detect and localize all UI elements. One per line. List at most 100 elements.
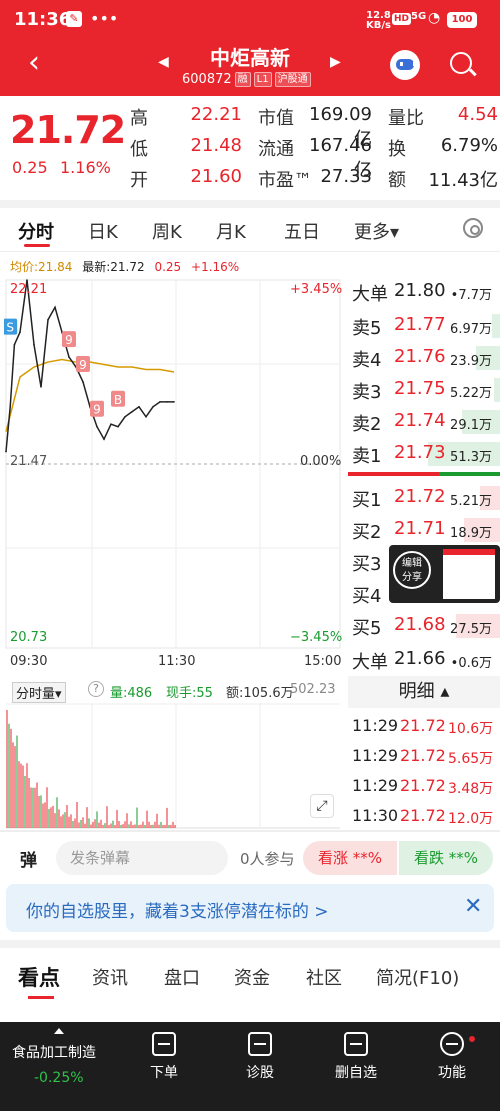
share-thumbnail[interactable] bbox=[443, 549, 495, 599]
ask-row-5[interactable]: 卖5 21.77 6.97万 bbox=[348, 310, 500, 342]
order-volume: 6.97万 bbox=[450, 322, 492, 337]
diagnose-button[interactable]: 诊股 bbox=[230, 1032, 290, 1082]
price-point bbox=[159, 401, 161, 403]
watchlist-banner[interactable]: 你的自选股里，藏着3支涨停潜在标的 > ✕ bbox=[6, 884, 494, 932]
trade-detail-row: 11:29 21.72 10.6万 bbox=[350, 716, 500, 742]
tab-five-day[interactable]: 五日 bbox=[284, 218, 320, 244]
sector-change: -0.25% bbox=[34, 1070, 84, 1086]
price-point bbox=[131, 410, 133, 413]
clock: 11:36 bbox=[14, 9, 72, 30]
big-buy-order[interactable]: 大单 21.66 •0.6万 bbox=[348, 644, 500, 676]
search-icon[interactable] bbox=[450, 52, 472, 74]
price-point bbox=[103, 438, 105, 440]
tab-intraday[interactable]: 分时 bbox=[18, 218, 54, 244]
tab-profile[interactable]: 简况(F10) bbox=[376, 964, 459, 990]
participant-count: 0人参与 bbox=[240, 850, 295, 868]
current-price: 21.72 bbox=[10, 108, 126, 152]
volume-selector[interactable]: 分时量▾ bbox=[12, 682, 66, 703]
bid-row-5[interactable]: 买5 21.68 27.5万 bbox=[348, 610, 500, 642]
price-point bbox=[145, 415, 147, 418]
tab-news[interactable]: 资讯 bbox=[92, 964, 128, 990]
price-point bbox=[124, 415, 126, 418]
barrage-input[interactable]: 发条弹幕 bbox=[56, 841, 228, 875]
chart-settings-icon[interactable] bbox=[463, 218, 483, 238]
order-price: 21.71 bbox=[394, 518, 446, 539]
avg-price-line bbox=[5, 358, 175, 432]
order-level-label: 大单 bbox=[352, 652, 388, 673]
edit-share-button[interactable]: 编辑 分享 bbox=[393, 551, 431, 589]
price-point bbox=[96, 425, 98, 428]
tab-monthly-k[interactable]: 月K bbox=[216, 218, 246, 244]
trade-volume: 12.0万 bbox=[448, 811, 494, 827]
bullish-button[interactable]: 看涨 **% bbox=[303, 841, 397, 875]
signal-b-marker-text: B bbox=[114, 393, 122, 407]
tab-highlights[interactable]: 看点 bbox=[18, 962, 60, 992]
stock-code-row: 600872 融 L1 沪股通 bbox=[182, 72, 311, 87]
fullscreen-icon[interactable]: ⤢ bbox=[310, 794, 334, 818]
chart-info-line: 均价:21.84 最新:21.72 0.25 +1.16% bbox=[10, 258, 239, 275]
tab-community[interactable]: 社区 bbox=[306, 964, 342, 990]
wifi-icon: ◔ bbox=[428, 10, 441, 26]
price-point bbox=[82, 381, 84, 383]
price-point bbox=[138, 406, 140, 408]
quote-panel: 21.72 0.25 1.16% 高 22.21 市值 169.09亿 量比 4… bbox=[0, 96, 500, 200]
signal-9-marker-text: 9 bbox=[93, 403, 101, 417]
functions-icon bbox=[440, 1032, 464, 1056]
trade-time: 11:29 bbox=[352, 716, 399, 735]
latest-price-label: 最新:21.72 bbox=[82, 260, 145, 274]
price-point bbox=[117, 425, 119, 428]
order-level-label: 买2 bbox=[352, 522, 382, 543]
label-high: 高 bbox=[130, 108, 148, 129]
tab-funds[interactable]: 资金 bbox=[234, 964, 270, 990]
trade-detail-header[interactable]: 明细 ▴ bbox=[348, 676, 500, 708]
order-price: 21.68 bbox=[394, 614, 446, 635]
order-level-label: 大单 bbox=[352, 284, 388, 305]
signal-s-marker-text: S bbox=[6, 321, 14, 335]
value-turnover: 6.79% bbox=[440, 135, 498, 156]
bearish-button[interactable]: 看跌 **% bbox=[399, 841, 493, 875]
next-stock-icon[interactable]: ▶ bbox=[330, 54, 341, 70]
order-button[interactable]: 下单 bbox=[134, 1032, 194, 1082]
remove-watchlist-button[interactable]: 删自选 bbox=[326, 1032, 386, 1082]
bottom-toolbar: 食品加工制造 -0.25% 下单 诊股 删自选 功能 bbox=[0, 1022, 500, 1111]
order-level-label: 卖3 bbox=[352, 382, 382, 403]
order-level-label: 卖5 bbox=[352, 318, 382, 339]
trade-price: 21.72 bbox=[400, 716, 446, 735]
tab-market[interactable]: 盘口 bbox=[164, 964, 200, 990]
price-point bbox=[166, 401, 168, 403]
help-icon[interactable]: ? bbox=[88, 681, 104, 697]
chart-prevclose-label: 21.47 bbox=[10, 454, 48, 469]
intraday-chart[interactable]: S999B 22.21 +3.45% 21.47 0.00% 20.73 −3.… bbox=[4, 276, 344, 832]
tab-weekly-k[interactable]: 周K bbox=[152, 218, 182, 244]
order-volume: 23.9万 bbox=[450, 354, 492, 369]
ask-row-3[interactable]: 卖3 21.75 5.22万 bbox=[348, 374, 500, 406]
tag-connect: 沪股通 bbox=[274, 72, 311, 87]
ask-row-4[interactable]: 卖4 21.76 23.9万 bbox=[348, 342, 500, 374]
label-volratio: 量比 bbox=[388, 108, 424, 129]
bid-row-1[interactable]: 买1 21.72 5.21万 bbox=[348, 482, 500, 514]
bid-row-2[interactable]: 买2 21.71 18.9万 bbox=[348, 514, 500, 546]
share-widget[interactable]: 编辑 分享 bbox=[389, 545, 500, 603]
robot-assistant-icon[interactable] bbox=[390, 50, 420, 80]
net-speed: 12.8 KB/s bbox=[366, 10, 391, 31]
big-sell-order[interactable]: 大单 21.80 •7.7万 bbox=[348, 276, 500, 308]
avg-price-label: 均价:21.84 bbox=[10, 260, 73, 274]
ask-row-1[interactable]: 卖1 21.73 51.3万 bbox=[348, 438, 500, 470]
banner-text[interactable]: 你的自选股里，藏着3支涨停潜在标的 > bbox=[26, 897, 328, 922]
stock-name: 中炬高新 bbox=[210, 46, 290, 70]
order-price: 21.75 bbox=[394, 378, 446, 399]
sector-name[interactable]: 食品加工制造 bbox=[12, 1042, 96, 1062]
ask-row-2[interactable]: 卖2 21.74 29.1万 bbox=[348, 406, 500, 438]
tab-daily-k[interactable]: 日K bbox=[88, 218, 118, 244]
hd-icon: HD bbox=[392, 13, 412, 25]
notification-dot bbox=[469, 1036, 475, 1042]
tab-more[interactable]: 更多▾ bbox=[354, 218, 399, 244]
close-icon[interactable]: ✕ bbox=[464, 894, 482, 919]
caret-up-icon[interactable] bbox=[54, 1028, 64, 1034]
value-pe: 27.33 bbox=[320, 166, 372, 187]
price-point bbox=[40, 386, 42, 388]
tag-margin: 融 bbox=[234, 72, 251, 87]
divider bbox=[0, 200, 500, 208]
barrage-icon[interactable]: 弹 bbox=[20, 846, 37, 871]
info-change: 0.25 bbox=[154, 260, 182, 274]
